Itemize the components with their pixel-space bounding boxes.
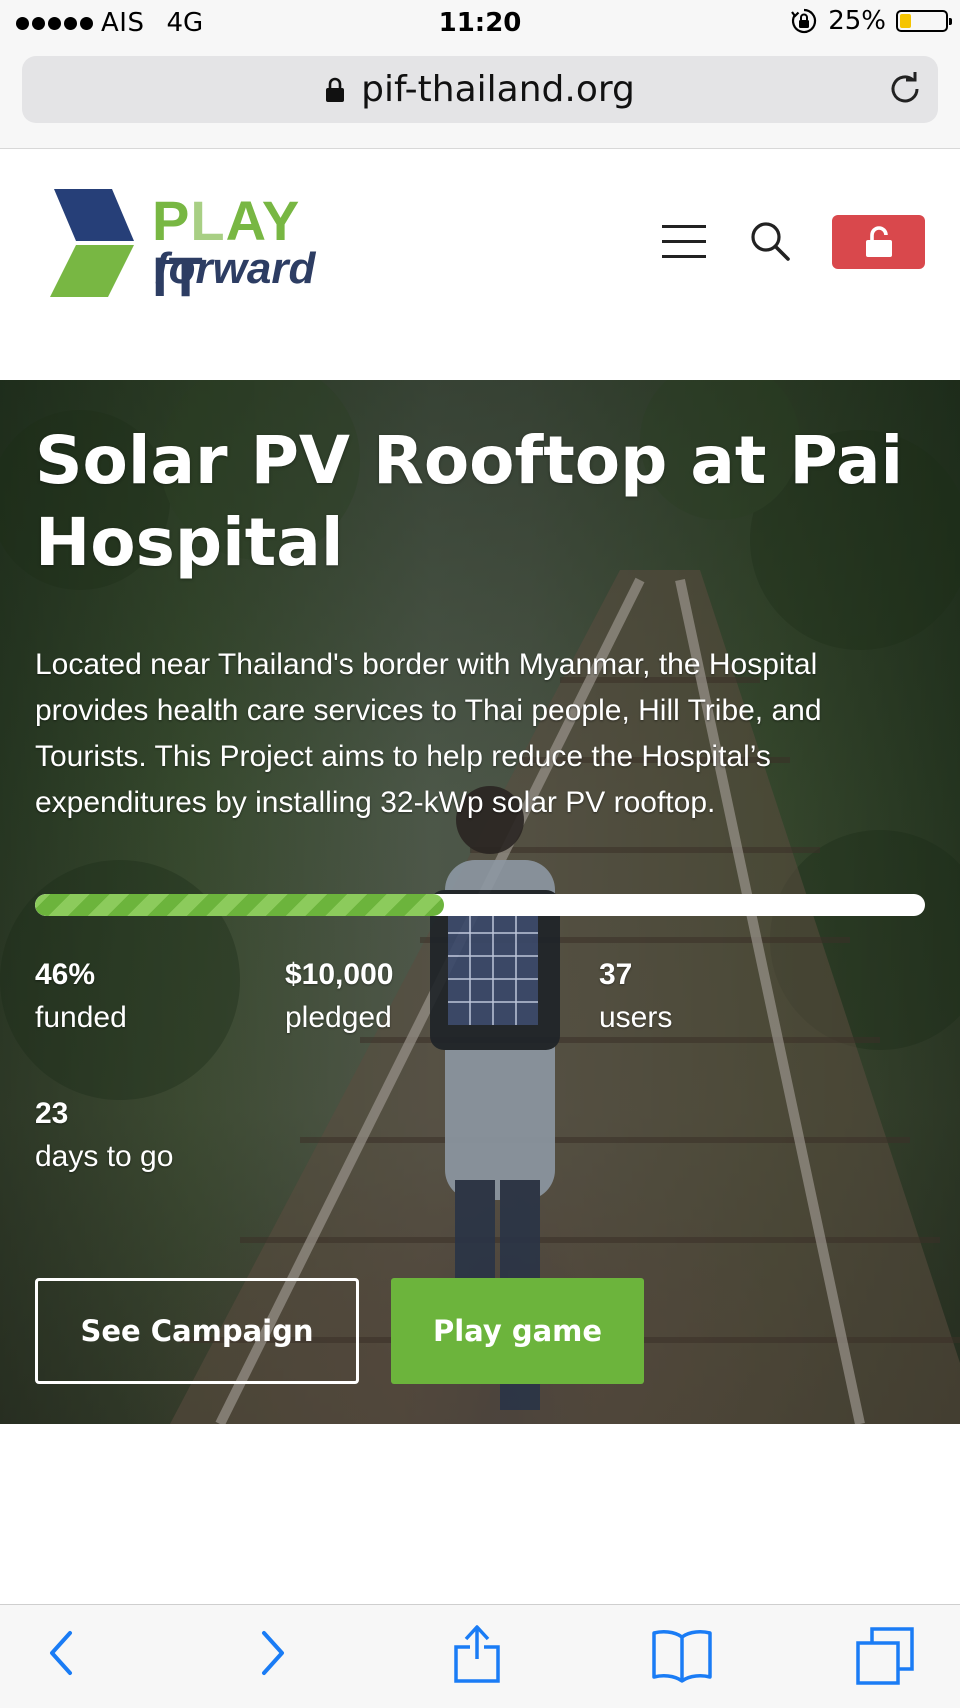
- logo-chevron-icon: [50, 189, 134, 297]
- unlock-button[interactable]: [832, 215, 925, 269]
- browser-toolbar: [0, 1604, 960, 1708]
- browser-address-area: pif-thailand.org: [0, 48, 960, 149]
- next-section-heading-partial: [35, 1580, 95, 1604]
- see-campaign-button[interactable]: See Campaign: [35, 1278, 359, 1384]
- stat-users: 37 users: [599, 955, 672, 1041]
- logo-wordmark-bottom: forward: [154, 244, 316, 293]
- url-text: pif-thailand.org: [361, 69, 635, 110]
- stat-pledged: $10,000 pledged: [285, 955, 393, 1041]
- stat-pledged-value: $10,000: [285, 958, 394, 991]
- reload-icon[interactable]: [886, 70, 924, 108]
- hamburger-menu-icon[interactable]: [662, 225, 706, 259]
- back-arrow-icon[interactable]: [44, 1625, 80, 1681]
- battery-percent: 25%: [828, 6, 886, 36]
- battery-icon: [896, 10, 952, 32]
- stat-funded-value: 46%: [35, 958, 96, 991]
- funding-progress-bar: [35, 894, 925, 916]
- unlock-icon: [865, 226, 892, 257]
- stat-days: 23 days to go: [35, 1094, 173, 1180]
- stat-funded-label: funded: [35, 1001, 127, 1034]
- stat-pledged-label: pledged: [285, 1001, 392, 1034]
- hero-section: Solar PV Rooftop at Pai Hospital Located…: [0, 380, 960, 1424]
- play-it-forward-logo[interactable]: PLAY IT forward: [46, 187, 366, 305]
- forward-arrow-icon[interactable]: [254, 1625, 290, 1681]
- tabs-icon[interactable]: [854, 1625, 916, 1687]
- search-icon[interactable]: [748, 219, 792, 263]
- stat-funded: 46% funded: [35, 955, 127, 1041]
- status-bar: AIS 4G 11:20 25%: [0, 0, 960, 48]
- site-header: PLAY IT forward: [0, 149, 960, 379]
- stat-users-value: 37: [599, 958, 633, 991]
- stat-days-label: days to go: [35, 1140, 174, 1173]
- play-game-button[interactable]: Play game: [391, 1278, 644, 1384]
- stat-days-value: 23: [35, 1097, 69, 1130]
- stat-users-label: users: [599, 1001, 673, 1034]
- orientation-lock-icon: [791, 8, 817, 34]
- url-field[interactable]: pif-thailand.org: [22, 56, 938, 123]
- campaign-description: Located near Thailand's border with Myan…: [35, 648, 822, 819]
- campaign-title: Solar PV Rooftop at Pai Hospital: [35, 422, 904, 581]
- bookmarks-icon[interactable]: [650, 1627, 714, 1683]
- status-right: 25%: [790, 6, 952, 36]
- funding-progress-fill: [35, 894, 445, 916]
- share-icon[interactable]: [452, 1619, 502, 1685]
- lock-icon: [326, 77, 345, 102]
